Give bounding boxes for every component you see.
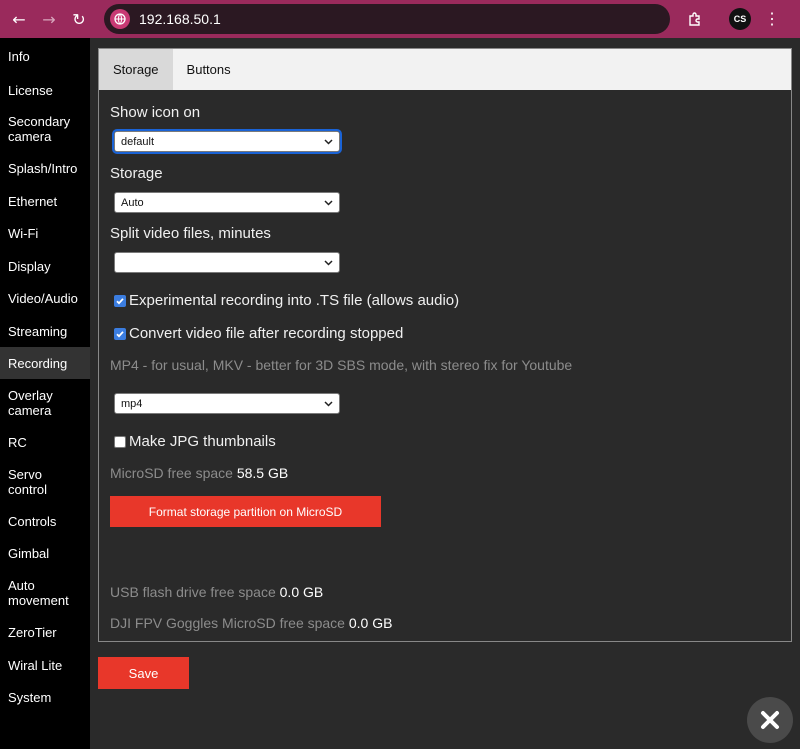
usb-free-space: USB flash drive free space 0.0 GB — [110, 584, 323, 600]
ts-recording-label: Experimental recording into .TS file (al… — [129, 292, 460, 309]
sidebar-item-zerotier[interactable]: ZeroTier — [0, 616, 90, 649]
convert-video-row: Convert video file after recording stopp… — [114, 325, 403, 342]
sidebar-item-system[interactable]: System — [0, 681, 90, 714]
chevron-down-icon — [324, 200, 333, 206]
storage-label: Storage — [110, 165, 163, 182]
settings-panel: Storage Buttons Show icon on default Sto… — [98, 48, 792, 642]
reload-icon[interactable]: ↻ — [68, 8, 90, 30]
tab-bar: Storage Buttons — [99, 49, 791, 90]
extensions-icon[interactable] — [684, 8, 706, 30]
sidebar-item-recording[interactable]: Recording — [0, 347, 90, 379]
url-text: 192.168.50.1 — [139, 11, 221, 27]
profile-avatar[interactable]: CS — [729, 8, 751, 30]
format-select-value: mp4 — [121, 397, 143, 410]
sidebar-item-info[interactable]: Info — [0, 38, 90, 74]
jpg-thumbnails-checkbox[interactable] — [114, 435, 126, 448]
sidebar-item-streaming[interactable]: Streaming — [0, 315, 90, 347]
show-icon-select-value: default — [121, 135, 155, 148]
sidebar-item-gimbal[interactable]: Gimbal — [0, 537, 90, 570]
sidebar-item-secondary-camera[interactable]: Secondary camera — [0, 106, 90, 152]
storage-select[interactable]: Auto — [114, 192, 340, 213]
show-icon-label: Show icon on — [110, 104, 201, 121]
tab-buttons[interactable]: Buttons — [173, 49, 245, 90]
microsd-free-space: MicroSD free space 58.5 GB — [110, 465, 288, 481]
usb-free-value: 0.0 GB — [279, 584, 324, 600]
dji-free-label: DJI FPV Goggles MicroSD free space — [110, 615, 345, 631]
format-select[interactable]: mp4 — [114, 393, 340, 414]
tab-storage[interactable]: Storage — [99, 49, 173, 90]
more-menu-icon[interactable]: ⋮ — [761, 8, 783, 30]
sidebar-item-video-audio[interactable]: Video/Audio — [0, 282, 90, 315]
format-microsd-button[interactable]: Format storage partition on MicroSD — [110, 496, 381, 527]
sidebar-item-controls[interactable]: Controls — [0, 505, 90, 537]
convert-video-label: Convert video file after recording stopp… — [129, 325, 404, 342]
microsd-free-label: MicroSD free space — [110, 465, 233, 481]
checkmark-icon — [116, 330, 124, 338]
save-button[interactable]: Save — [98, 657, 189, 689]
format-hint: MP4 - for usual, MKV - better for 3D SBS… — [110, 357, 573, 373]
storage-select-value: Auto — [121, 196, 144, 209]
address-bar[interactable]: 192.168.50.1 — [104, 4, 670, 34]
split-video-select[interactable] — [114, 252, 340, 273]
sidebar-item-overlay-camera[interactable]: Overlay camera — [0, 379, 90, 426]
jpg-thumbnails-row: Make JPG thumbnails — [114, 433, 276, 450]
sidebar-item-rc[interactable]: RC — [0, 426, 90, 458]
sidebar-item-splash-intro[interactable]: Splash/Intro — [0, 152, 90, 185]
sidebar-item-wiral-lite[interactable]: Wiral Lite — [0, 649, 90, 681]
main-content: Storage Buttons Show icon on default Sto… — [90, 38, 800, 749]
checkmark-icon — [116, 297, 124, 305]
microsd-free-value: 58.5 GB — [236, 465, 289, 481]
back-arrow-icon[interactable]: ← — [8, 8, 30, 30]
sidebar-item-auto-movement[interactable]: Auto movement — [0, 570, 90, 616]
jpg-thumbnails-label: Make JPG thumbnails — [129, 433, 276, 450]
sidebar-item-servo-control[interactable]: Servo control — [0, 458, 90, 505]
sidebar-item-display[interactable]: Display — [0, 250, 90, 282]
ts-recording-checkbox[interactable] — [114, 294, 126, 307]
site-info-icon[interactable] — [110, 9, 130, 29]
close-button[interactable] — [747, 697, 793, 743]
browser-toolbar: ← → ↻ 192.168.50.1 CS ⋮ — [0, 0, 800, 38]
show-icon-select[interactable]: default — [112, 129, 342, 154]
convert-video-checkbox[interactable] — [114, 327, 126, 340]
split-video-label: Split video files, minutes — [110, 225, 271, 242]
close-icon — [761, 711, 779, 729]
sidebar-item-license[interactable]: License — [0, 74, 90, 106]
dji-free-space: DJI FPV Goggles MicroSD free space 0.0 G… — [110, 615, 392, 631]
dji-free-value: 0.0 GB — [348, 615, 393, 631]
chevron-down-icon — [324, 260, 333, 266]
sidebar-item-ethernet[interactable]: Ethernet — [0, 185, 90, 217]
usb-free-label: USB flash drive free space — [110, 584, 276, 600]
ts-recording-row: Experimental recording into .TS file (al… — [114, 292, 459, 309]
chevron-down-icon — [324, 139, 333, 145]
chevron-down-icon — [324, 401, 333, 407]
forward-arrow-icon[interactable]: → — [38, 8, 60, 30]
sidebar-item-wifi[interactable]: Wi-Fi — [0, 217, 90, 250]
sidebar: Info License Secondary camera Splash/Int… — [0, 38, 90, 749]
